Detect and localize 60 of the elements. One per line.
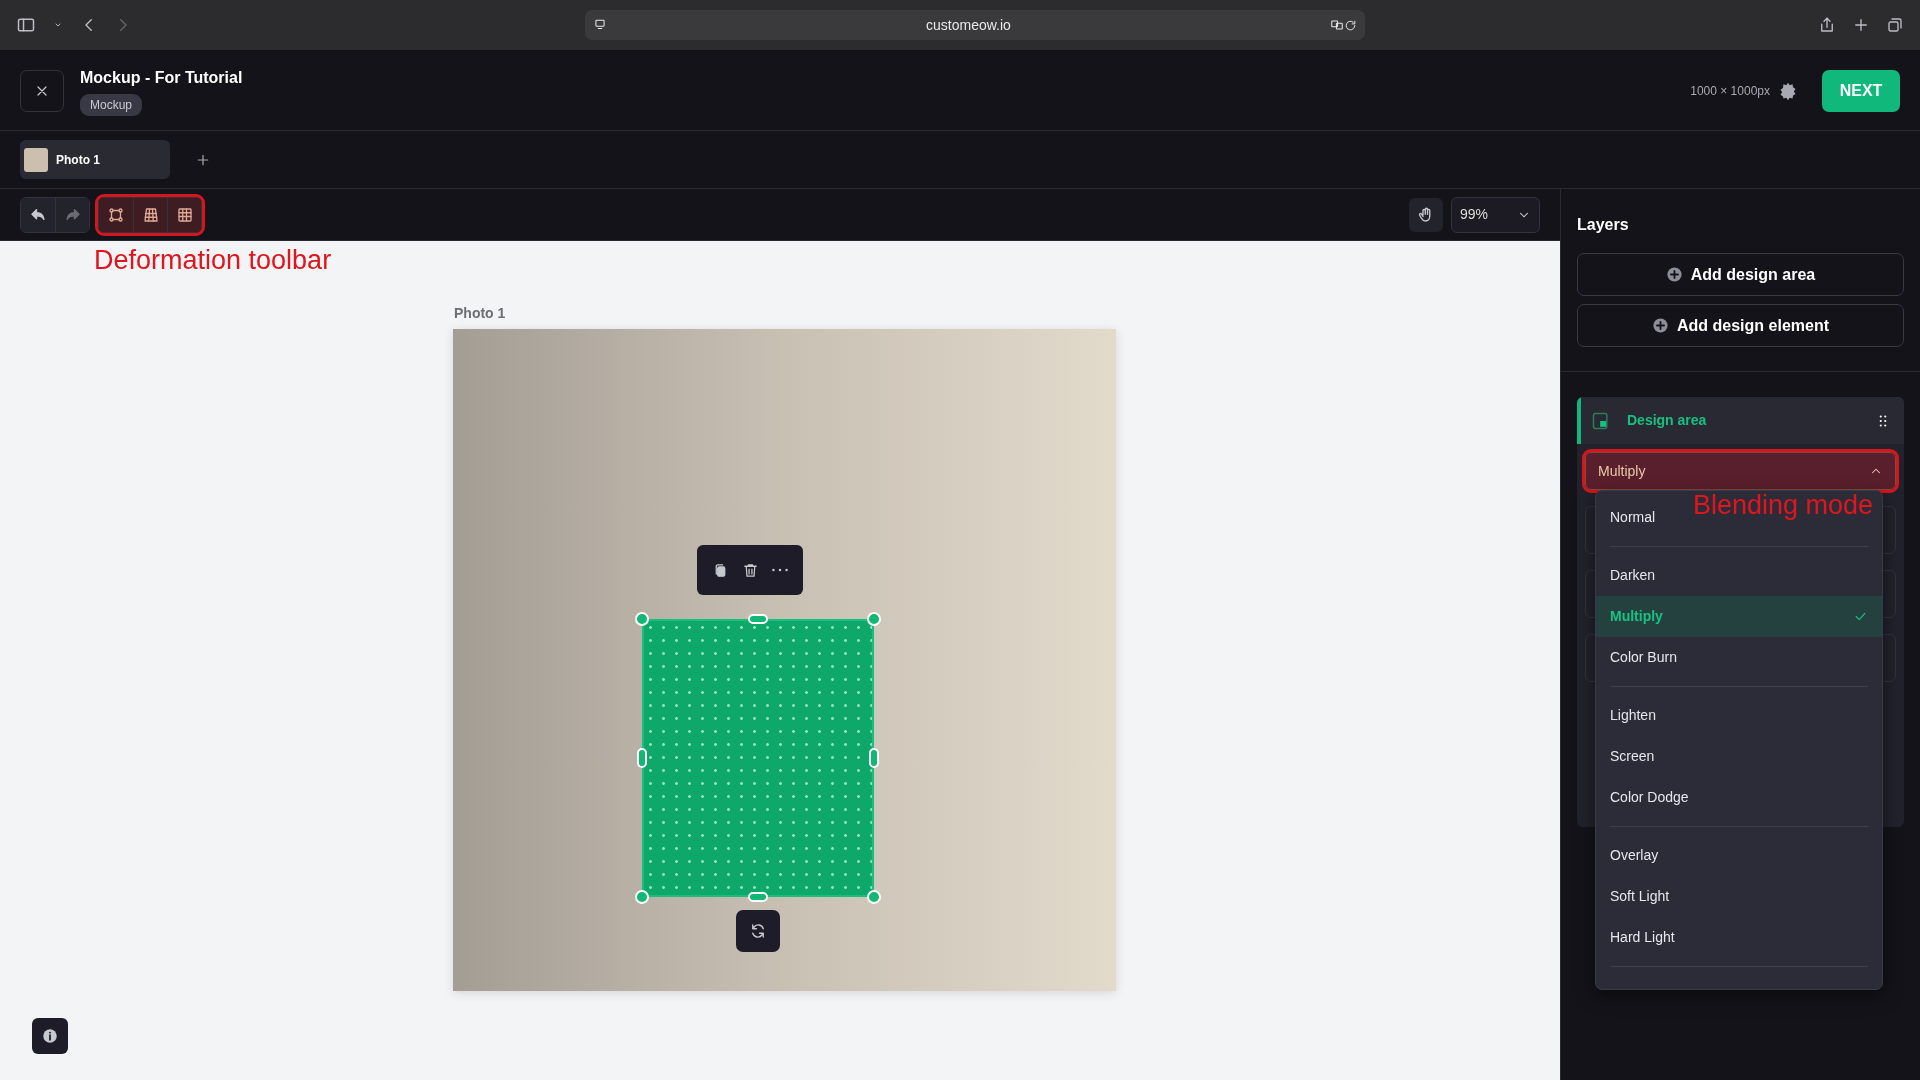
resize-handle[interactable]	[748, 892, 768, 902]
menu-option[interactable]: Normal	[1596, 497, 1670, 538]
resize-handle[interactable]	[637, 748, 647, 768]
info-button[interactable]	[32, 1018, 68, 1054]
address-bar[interactable]: customeow.io	[585, 10, 1365, 40]
photo-thumbnail	[24, 147, 48, 172]
resize-handle[interactable]	[869, 748, 879, 768]
new-tab-icon[interactable]	[1852, 16, 1870, 34]
settings-icon[interactable]	[1778, 80, 1798, 101]
rotate-button[interactable]	[736, 910, 780, 952]
photo-tab[interactable]: Photo 1	[20, 140, 170, 179]
project-title: Mockup - For Tutorial	[80, 67, 243, 88]
annotation-label: Blending mode	[1693, 492, 1874, 519]
resize-handle[interactable]	[867, 612, 881, 626]
undo-button[interactable]	[21, 197, 55, 232]
canvas-size: 1000 × 1000px	[1690, 82, 1770, 100]
grid-tool-button[interactable]	[133, 197, 167, 232]
blend-mode-select[interactable]: Multiply	[1585, 452, 1896, 490]
panel-title: Layers	[1577, 215, 1630, 235]
add-button[interactable]: Add design element	[1577, 304, 1904, 347]
reload-icon[interactable]	[1344, 18, 1357, 32]
delete-button[interactable]	[742, 561, 759, 579]
mesh-tool-button[interactable]	[167, 197, 201, 232]
type-tag: Mockup	[80, 93, 143, 116]
menu-option[interactable]: Darken	[1596, 555, 1670, 596]
plus-circle-icon	[1665, 266, 1683, 283]
warp-nodes-icon	[107, 205, 125, 224]
zoom-dropdown[interactable]: 99%	[1451, 196, 1540, 233]
trash-icon	[742, 561, 759, 579]
menu-option[interactable]: Overlay	[1596, 835, 1673, 876]
menu-option[interactable]: Color Dodge	[1596, 777, 1703, 818]
plus-circle-icon	[1652, 317, 1669, 334]
menu-option[interactable]: Lighten	[1596, 695, 1670, 736]
menu-option[interactable]: Soft Light	[1596, 876, 1684, 917]
menu-option[interactable]: Multiply	[1596, 596, 1882, 637]
mesh-grid-icon	[175, 205, 194, 224]
close-button[interactable]	[20, 69, 64, 112]
tabs-overview-icon[interactable]	[1886, 16, 1904, 34]
photo-label: Photo 1	[454, 304, 506, 323]
more-button[interactable]	[772, 568, 789, 572]
page-icon[interactable]	[593, 18, 607, 32]
resize-handle[interactable]	[748, 614, 768, 624]
resize-handle[interactable]	[635, 612, 649, 626]
menu-option[interactable]: Hard Light	[1596, 917, 1689, 958]
warp-tool-button[interactable]	[99, 197, 133, 232]
add-button[interactable]: Add design area	[1577, 253, 1904, 296]
annotation-label: Deformation toolbar	[94, 247, 332, 274]
menu-option[interactable]: Screen	[1596, 736, 1669, 777]
info-icon	[41, 1027, 59, 1045]
design-area-icon	[1591, 410, 1611, 431]
share-icon[interactable]	[1818, 16, 1836, 34]
layer-header[interactable]: Design area	[1577, 397, 1904, 444]
sidebar-icon[interactable]	[16, 15, 36, 35]
pan-tool-button[interactable]	[1409, 197, 1443, 232]
grid-icon	[141, 205, 160, 224]
resize-handle[interactable]	[635, 890, 649, 904]
refresh-icon	[749, 922, 767, 940]
translate-icon[interactable]	[1330, 18, 1344, 32]
more-icon	[772, 568, 789, 572]
resize-handle[interactable]	[867, 890, 881, 904]
